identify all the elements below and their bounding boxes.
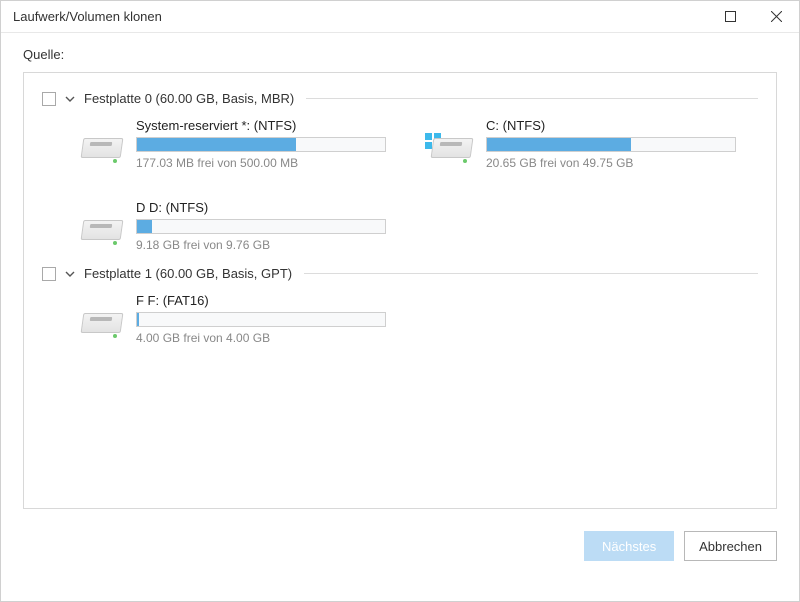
disk-divider xyxy=(304,273,758,274)
footer: Nächstes Abbrechen xyxy=(1,517,799,561)
usage-bar xyxy=(136,219,386,234)
partition-item[interactable]: C: (NTFS) 20.65 GB frei von 49.75 GB xyxy=(432,118,742,170)
close-button[interactable] xyxy=(753,1,799,33)
drive-icon xyxy=(82,220,122,248)
partition-label: System-reserviert *: (NTFS) xyxy=(136,118,392,133)
source-label: Quelle: xyxy=(23,47,777,62)
partition-item[interactable]: System-reserviert *: (NTFS) 177.03 MB fr… xyxy=(82,118,392,170)
partition-list: F F: (FAT16) 4.00 GB frei von 4.00 GB xyxy=(42,289,758,359)
partition-label: D D: (NTFS) xyxy=(136,200,392,215)
titlebar: Laufwerk/Volumen klonen xyxy=(1,1,799,33)
drive-icon xyxy=(432,138,472,166)
cancel-button[interactable]: Abbrechen xyxy=(684,531,777,561)
disk-label: Festplatte 1 (60.00 GB, Basis, GPT) xyxy=(84,266,300,281)
disk-label: Festplatte 0 (60.00 GB, Basis, MBR) xyxy=(84,91,302,106)
disk-checkbox[interactable] xyxy=(42,267,56,281)
partition-label: C: (NTFS) xyxy=(486,118,742,133)
usage-bar xyxy=(136,312,386,327)
disk-row[interactable]: Festplatte 0 (60.00 GB, Basis, MBR) xyxy=(42,91,758,106)
drive-icon xyxy=(82,313,122,341)
disk-row[interactable]: Festplatte 1 (60.00 GB, Basis, GPT) xyxy=(42,266,758,281)
partition-label: F F: (FAT16) xyxy=(136,293,392,308)
content-area: Quelle: Festplatte 0 (60.00 GB, Basis, M… xyxy=(1,33,799,517)
usage-bar xyxy=(136,137,386,152)
partition-free: 9.18 GB frei von 9.76 GB xyxy=(136,238,392,252)
drive-icon xyxy=(82,138,122,166)
maximize-button[interactable] xyxy=(707,1,753,33)
partition-list: System-reserviert *: (NTFS) 177.03 MB fr… xyxy=(42,114,758,266)
partition-free: 177.03 MB frei von 500.00 MB xyxy=(136,156,392,170)
usage-bar xyxy=(486,137,736,152)
partition-free: 4.00 GB frei von 4.00 GB xyxy=(136,331,392,345)
close-icon xyxy=(771,11,782,22)
chevron-down-icon[interactable] xyxy=(64,268,76,280)
disk-checkbox[interactable] xyxy=(42,92,56,106)
chevron-down-icon[interactable] xyxy=(64,93,76,105)
window-title: Laufwerk/Volumen klonen xyxy=(13,9,707,24)
partition-free: 20.65 GB frei von 49.75 GB xyxy=(486,156,742,170)
disk-panel: Festplatte 0 (60.00 GB, Basis, MBR) Syst… xyxy=(23,72,777,509)
next-button[interactable]: Nächstes xyxy=(584,531,674,561)
partition-item[interactable]: D D: (NTFS) 9.18 GB frei von 9.76 GB xyxy=(82,200,392,252)
maximize-icon xyxy=(725,11,736,22)
partition-item[interactable]: F F: (FAT16) 4.00 GB frei von 4.00 GB xyxy=(82,293,392,345)
disk-divider xyxy=(306,98,758,99)
